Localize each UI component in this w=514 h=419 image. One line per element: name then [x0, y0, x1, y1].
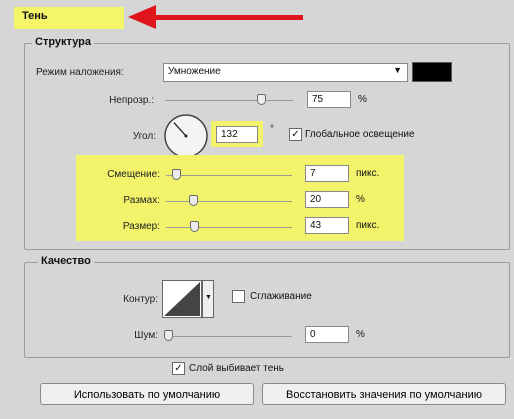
opacity-input[interactable]: 75 [307, 91, 351, 108]
chevron-down-icon: ▼ [205, 294, 212, 301]
opacity-slider-thumb[interactable] [257, 94, 266, 105]
angle-dial[interactable] [163, 113, 209, 159]
angle-input[interactable]: 132 [216, 126, 258, 143]
distance-slider-thumb[interactable] [172, 169, 181, 180]
spread-unit: % [356, 194, 365, 205]
blend-mode-value: Умножение [168, 66, 221, 77]
global-light-label: Глобальное освещение [305, 129, 415, 140]
noise-input[interactable]: 0 [305, 326, 349, 343]
anti-aliased-label: Сглаживание [250, 291, 312, 302]
global-light-checkbox[interactable]: ✓ [289, 128, 302, 141]
blend-mode-select[interactable]: Умножение ▼ [163, 63, 408, 82]
contour-dropdown-button[interactable]: ▼ [202, 280, 214, 318]
opacity-slider-track[interactable] [165, 100, 293, 101]
chevron-down-icon: ▼ [393, 65, 402, 75]
angle-unit: ° [270, 124, 274, 135]
opacity-label: Непрозр.: [109, 95, 154, 106]
layer-knocks-out-checkbox[interactable]: ✓ [172, 362, 185, 375]
tab-drop-shadow[interactable]: Тень [22, 10, 48, 22]
size-label: Размер: [122, 221, 160, 232]
noise-label: Шум: [134, 330, 158, 341]
annotation-arrow-line [153, 15, 303, 20]
contour-curve-icon [164, 282, 200, 316]
spread-input[interactable]: 20 [305, 191, 349, 208]
quality-legend: Качество [38, 255, 94, 267]
distance-label: Смещение: [107, 169, 160, 180]
make-default-button[interactable]: Использовать по умолчанию [40, 383, 254, 405]
reset-default-button[interactable]: Восстановить значения по умолчанию [262, 383, 506, 405]
spread-slider-thumb[interactable] [189, 195, 198, 206]
quality-group [24, 262, 510, 358]
size-slider-track[interactable] [166, 227, 292, 228]
spread-label: Размах: [123, 195, 160, 206]
contour-label: Контур: [123, 294, 158, 305]
size-unit: пикс. [356, 220, 380, 231]
size-slider-thumb[interactable] [190, 221, 199, 232]
blend-mode-label: Режим наложения: [36, 67, 124, 78]
size-input[interactable]: 43 [305, 217, 349, 234]
distance-input[interactable]: 7 [305, 165, 349, 182]
distance-slider-track[interactable] [166, 175, 292, 176]
contour-preview[interactable] [162, 280, 202, 318]
anti-aliased-checkbox[interactable] [232, 290, 245, 303]
layer-knocks-out-label: Слой выбивает тень [189, 363, 285, 374]
opacity-unit: % [358, 94, 367, 105]
distance-unit: пикс. [356, 168, 380, 179]
annotation-arrow-head-icon [128, 5, 156, 29]
noise-unit: % [356, 329, 365, 340]
shadow-color-swatch[interactable] [412, 62, 452, 82]
noise-slider-track[interactable] [166, 336, 292, 337]
spread-slider-track[interactable] [166, 201, 292, 202]
structure-legend: Структура [32, 36, 94, 48]
noise-slider-thumb[interactable] [164, 330, 173, 341]
angle-label: Угол: [132, 131, 156, 142]
